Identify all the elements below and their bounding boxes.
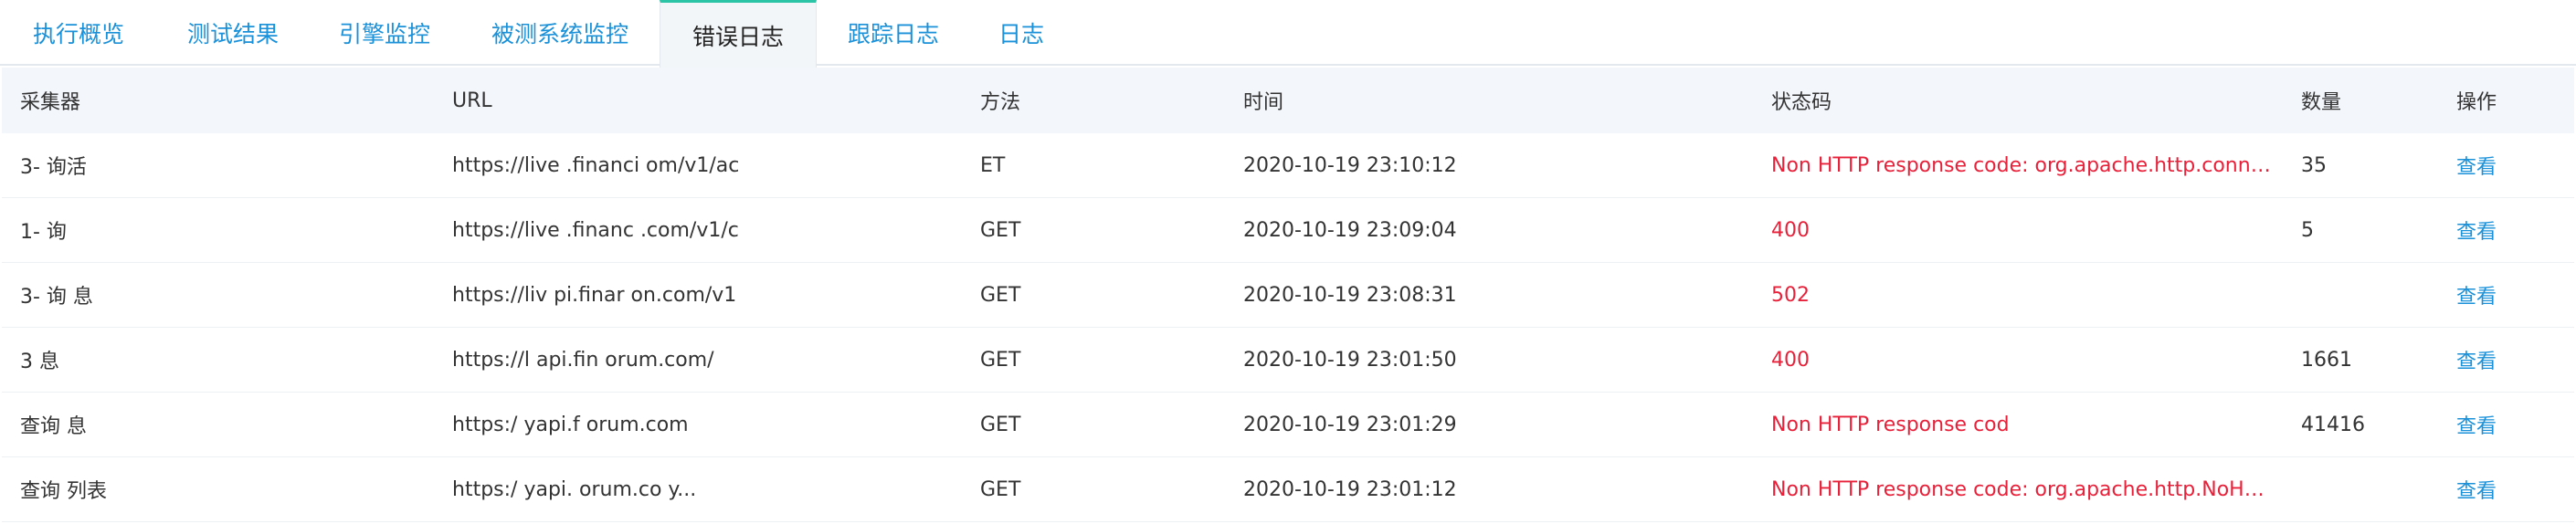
- view-link-label[interactable]: 查看: [2456, 351, 2497, 373]
- status-cell: 400: [1771, 218, 1810, 242]
- tab-test-results[interactable]: 测试结果: [157, 0, 309, 66]
- count-cell: 35: [2301, 153, 2327, 177]
- time-cell: 2020-10-19 23:09:04: [1243, 218, 1457, 242]
- count-cell: 1661: [2301, 348, 2352, 372]
- error-log-page: 执行概览 测试结果 引擎监控 被测系统监控 错误日志 跟踪日志 日志 采集器 U…: [0, 0, 2576, 524]
- method-cell: GET: [980, 218, 1021, 242]
- table-row: 3- 询 息 https://liv pi.finar on.com/v1 GE…: [2, 263, 2574, 328]
- method-cell: ET: [980, 153, 1006, 177]
- method-cell: GET: [980, 348, 1021, 372]
- tab-error-log[interactable]: 错误日志: [660, 0, 817, 68]
- status-cell: Non HTTP response code: org.apache.http.…: [1771, 153, 2283, 177]
- table-row: 查询 列表 https:/ yapi. orum.co y... GET 202…: [2, 457, 2574, 522]
- column-header-count: 数量: [2301, 91, 2342, 114]
- tab-system-under-test-monitor[interactable]: 被测系统监控: [460, 0, 660, 66]
- view-link[interactable]: 查看: [2438, 345, 2574, 374]
- collector-cell: 3 息: [20, 351, 59, 373]
- column-header-method: 方法: [980, 91, 1021, 114]
- url-cell: https://live .financi om/v1/ac: [452, 153, 740, 177]
- url-cell: https://liv pi.finar on.com/v1: [452, 283, 737, 307]
- column-header-time: 时间: [1243, 91, 1284, 114]
- tab-engine-monitor[interactable]: 引擎监控: [309, 0, 460, 66]
- table-row: 3 息 https://l api.fin orum.com/ GET 2020…: [2, 328, 2574, 393]
- table-header: 采集器 URL 方法 时间 状态码 数量 操作: [2, 68, 2574, 133]
- url-cell: https://l api.fin orum.com/: [452, 348, 714, 372]
- view-link-label[interactable]: 查看: [2456, 286, 2497, 309]
- time-cell: 2020-10-19 23:10:12: [1243, 153, 1457, 177]
- count-cell: 41416: [2301, 413, 2365, 436]
- view-link[interactable]: 查看: [2438, 215, 2574, 245]
- tab-log[interactable]: 日志: [970, 0, 1072, 66]
- time-cell: 2020-10-19 23:01:50: [1243, 348, 1457, 372]
- view-link-label[interactable]: 查看: [2456, 156, 2497, 179]
- status-cell: 400: [1771, 348, 1810, 372]
- column-header-operation: 操作: [2456, 91, 2497, 114]
- method-cell: GET: [980, 283, 1021, 307]
- collector-cell: 1- 询: [20, 221, 67, 244]
- collector-cell: 查询 息: [20, 415, 87, 438]
- url-cell: https://live .financ .com/v1/c: [452, 218, 739, 242]
- table-row: 3- 询活 https://live .financi om/v1/ac ET …: [2, 133, 2574, 198]
- time-cell: 2020-10-19 23:01:29: [1243, 413, 1457, 436]
- method-cell: GET: [980, 413, 1021, 436]
- status-cell: Non HTTP response cod: [1771, 413, 2010, 436]
- url-cell: https:/ yapi.f orum.com: [452, 413, 689, 436]
- tab-bar: 执行概览 测试结果 引擎监控 被测系统监控 错误日志 跟踪日志 日志: [0, 0, 2576, 68]
- view-link[interactable]: 查看: [2438, 151, 2574, 180]
- column-header-url: URL: [452, 89, 492, 112]
- view-link[interactable]: 查看: [2438, 475, 2574, 504]
- status-cell: Non HTTP response code: org.apache.http.…: [1771, 477, 2283, 501]
- tab-trace-log[interactable]: 跟踪日志: [817, 0, 970, 66]
- count-cell: 5: [2301, 218, 2314, 242]
- time-cell: 2020-10-19 23:01:12: [1243, 477, 1457, 501]
- method-cell: GET: [980, 477, 1021, 501]
- table-row: 查询 息 https:/ yapi.f orum.com GET 2020-10…: [2, 393, 2574, 457]
- status-cell: 502: [1771, 283, 1810, 307]
- collector-cell: 3- 询 息: [20, 286, 93, 309]
- collector-cell: 3- 询活: [20, 156, 87, 179]
- column-header-collector: 采集器: [20, 91, 81, 114]
- view-link-label[interactable]: 查看: [2456, 415, 2497, 438]
- time-cell: 2020-10-19 23:08:31: [1243, 283, 1457, 307]
- column-header-status: 状态码: [1771, 91, 1832, 114]
- view-link[interactable]: 查看: [2438, 410, 2574, 439]
- collector-cell: 查询 列表: [20, 480, 107, 503]
- tab-execution-overview[interactable]: 执行概览: [0, 0, 157, 66]
- url-cell: https:/ yapi. orum.co y...: [452, 477, 697, 501]
- table-row: 1- 询 https://live .financ .com/v1/c GET …: [2, 198, 2574, 263]
- view-link-label[interactable]: 查看: [2456, 480, 2497, 503]
- error-log-table: 采集器 URL 方法 时间 状态码 数量 操作 3- 询活 https://li…: [2, 68, 2574, 522]
- view-link-label[interactable]: 查看: [2456, 221, 2497, 244]
- view-link[interactable]: 查看: [2438, 280, 2574, 309]
